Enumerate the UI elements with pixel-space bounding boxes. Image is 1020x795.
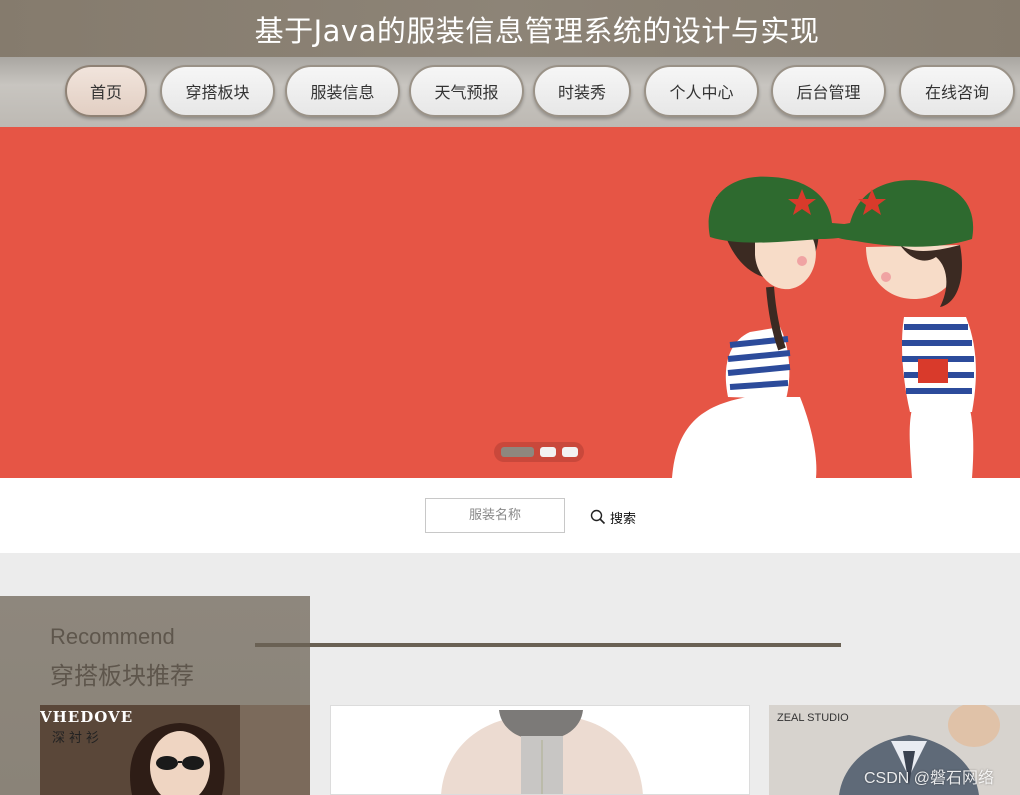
card-brand: ZEAL STUDIO bbox=[777, 712, 849, 724]
nav-item-consult[interactable]: 在线咨询 bbox=[899, 65, 1015, 117]
search-button-label: 搜索 bbox=[610, 511, 637, 527]
carousel-dot-1[interactable] bbox=[501, 447, 535, 457]
nav-item-admin[interactable]: 后台管理 bbox=[771, 65, 886, 117]
search-input[interactable] bbox=[425, 498, 565, 533]
recommend-title-cn: 穿搭板块推荐 bbox=[50, 662, 194, 690]
carousel-dot-3[interactable] bbox=[562, 447, 578, 457]
card-brand: VHEDOVE bbox=[40, 708, 134, 726]
recommend-title-en: Recommend bbox=[50, 624, 175, 649]
nav-item-weather[interactable]: 天气预报 bbox=[409, 65, 524, 117]
banner-illustration bbox=[672, 176, 976, 478]
nav-item-clothing-info[interactable]: 服装信息 bbox=[285, 65, 400, 117]
search-bar: 搜索 bbox=[0, 478, 1020, 553]
search-button[interactable]: 搜索 bbox=[590, 506, 636, 528]
nav-item-fashion-show[interactable]: 时装秀 bbox=[533, 65, 631, 117]
carousel-indicators bbox=[494, 442, 584, 462]
site-title: 基于Java的服装信息管理系统的设计与实现 bbox=[254, 13, 820, 48]
site-header: 基于Java的服装信息管理系统的设计与实现 bbox=[0, 0, 1020, 57]
section-divider bbox=[255, 643, 841, 647]
card-brand-sub: 深衬衫 bbox=[52, 731, 104, 746]
banner-carousel[interactable] bbox=[0, 127, 1020, 478]
nav-item-home[interactable]: 首页 bbox=[65, 65, 147, 117]
recommend-card[interactable]: VHEDOVE 深衬衫 bbox=[40, 705, 310, 795]
carousel-dot-2[interactable] bbox=[540, 447, 557, 457]
nav-item-outfits[interactable]: 穿搭板块 bbox=[160, 65, 275, 117]
card-photo-jacket bbox=[331, 706, 749, 794]
nav-item-profile[interactable]: 个人中心 bbox=[644, 65, 759, 117]
main-nav: 首页 穿搭板块 服装信息 天气预报 时装秀 个人中心 后台管理 在线咨询 bbox=[0, 57, 1020, 127]
recommend-card[interactable] bbox=[330, 705, 750, 795]
watermark: CSDN @磐石网络 bbox=[864, 770, 995, 787]
search-icon bbox=[590, 509, 606, 525]
